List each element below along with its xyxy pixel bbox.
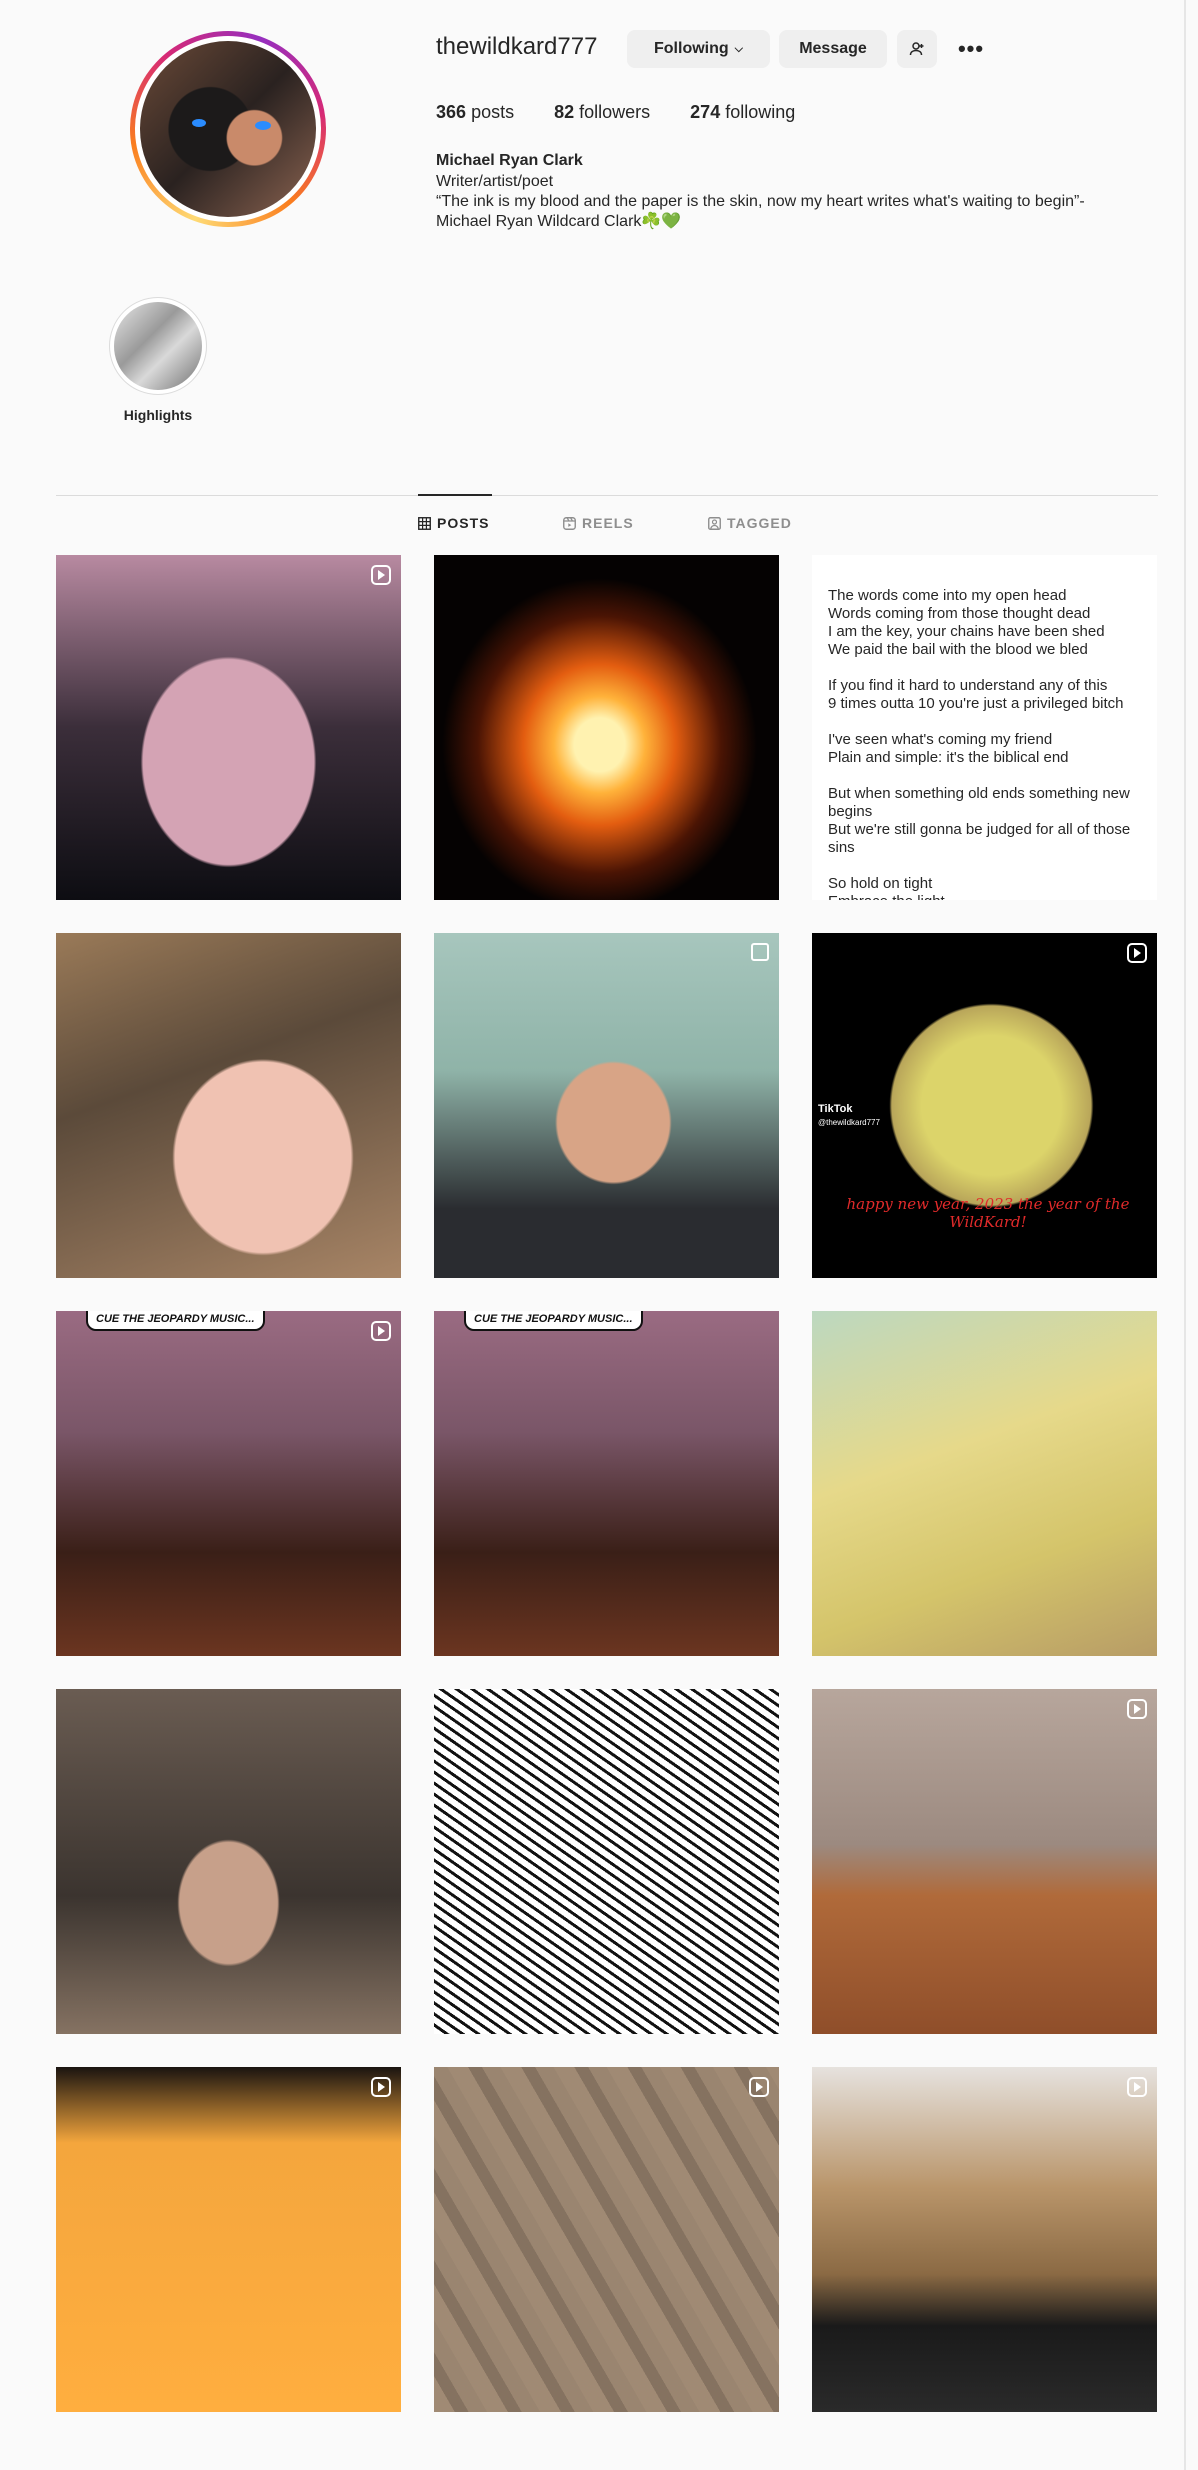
username: thewildkard777 (436, 33, 598, 60)
post-tile[interactable]: TikTok @thewildkard777 happy new year, 2… (812, 933, 1157, 1278)
tiktok-handle: @thewildkard777 (818, 1118, 880, 1127)
tagged-icon (708, 516, 721, 530)
reel-icon (1127, 1699, 1147, 1719)
post-tile[interactable] (812, 1311, 1157, 1656)
post-tile[interactable] (812, 1689, 1157, 2034)
add-user-button[interactable] (897, 30, 937, 68)
comic-caption: CUE THE JEOPARDY MUSIC... (464, 1311, 643, 1331)
post-caption-overlay: happy new year, 2023 the year of the Wil… (846, 1195, 1130, 1231)
post-tile[interactable] (434, 933, 779, 1278)
reel-icon (1127, 943, 1147, 963)
profile-page: thewildkard777 Following ⌵ Message ••• 3… (0, 0, 1198, 2470)
posts-stat: 366 posts (436, 102, 515, 122)
avatar (140, 41, 316, 217)
post-tile[interactable] (434, 1689, 779, 2034)
more-horizontal-icon: ••• (957, 36, 985, 61)
tiktok-watermark: TikTok (818, 1103, 853, 1115)
post-tile[interactable] (56, 1689, 401, 2034)
reel-icon (1127, 2077, 1147, 2097)
chevron-down-icon: ⌵ (734, 42, 743, 55)
reel-icon (371, 1321, 391, 1341)
following-stat[interactable]: 274 following (690, 102, 795, 123)
profile-stats: 366 posts 82 followers 274 following (436, 102, 795, 123)
highlight-cover (114, 302, 202, 390)
post-tile[interactable] (434, 555, 779, 900)
following-button[interactable]: Following ⌵ (627, 30, 770, 68)
tab-tagged[interactable]: TAGGED (708, 515, 792, 531)
more-options-button[interactable]: ••• (955, 36, 987, 62)
story-highlight[interactable]: Highlights (106, 297, 210, 423)
full-name: Michael Ryan Clark (436, 152, 583, 169)
post-tile[interactable] (434, 2067, 779, 2412)
post-tile[interactable] (56, 933, 401, 1278)
comic-caption: CUE THE JEOPARDY MUSIC... (86, 1311, 265, 1331)
tab-posts[interactable]: POSTS (418, 515, 489, 531)
post-tile[interactable] (56, 2067, 401, 2412)
highlight-cover-ring (109, 297, 207, 395)
post-tile[interactable]: CUE THE JEOPARDY MUSIC... (56, 1311, 401, 1656)
carousel-icon (751, 943, 769, 961)
person-plus-icon (909, 42, 924, 56)
bio: Writer/artist/poet “The ink is my blood … (436, 173, 1085, 230)
grid-icon (418, 516, 431, 530)
reels-icon (563, 516, 576, 530)
post-tile[interactable]: CUE THE JEOPARDY MUSIC... (434, 1311, 779, 1656)
post-text: The words come into my open head Words c… (828, 587, 1131, 900)
post-tile[interactable] (56, 555, 401, 900)
followers-stat[interactable]: 82 followers (554, 102, 650, 123)
message-button[interactable]: Message (779, 30, 887, 68)
reel-icon (749, 2077, 769, 2097)
scrollbar-track[interactable] (1184, 0, 1186, 2470)
post-tile[interactable]: The words come into my open head Words c… (812, 555, 1157, 900)
tabs-divider (56, 495, 1158, 496)
post-tile[interactable] (812, 2067, 1157, 2412)
tab-reels[interactable]: REELS (563, 515, 634, 531)
profile-avatar-ring[interactable] (130, 31, 326, 227)
active-tab-indicator (418, 494, 492, 496)
reel-icon (371, 2077, 391, 2097)
reel-icon (371, 565, 391, 585)
highlight-label: Highlights (123, 407, 193, 423)
